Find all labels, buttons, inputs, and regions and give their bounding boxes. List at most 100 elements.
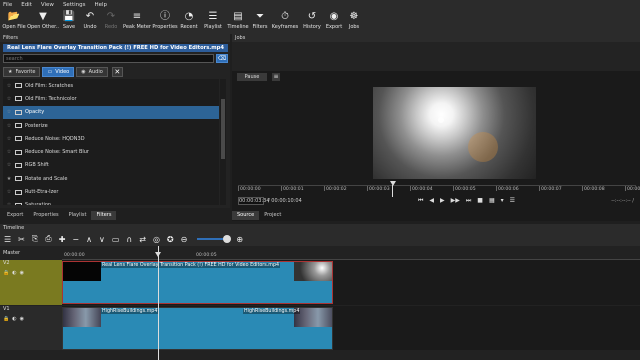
- favorite-star-icon[interactable]: ★: [3, 176, 15, 182]
- v2-track-header[interactable]: V2 🔒 ◐ ◉: [0, 260, 62, 305]
- undo-button[interactable]: ↶ Undo: [80, 9, 100, 34]
- filter-list-item[interactable]: ☆ Rutt-Etra-Izer: [3, 185, 219, 198]
- v1-track[interactable]: HighRiseBuildings.mp4 HighRiseBuildings.…: [62, 306, 640, 350]
- filter-list-item[interactable]: ☆ RGB Shift: [3, 159, 219, 172]
- timeline-button[interactable]: ▤ Timeline: [226, 9, 250, 34]
- mute-icon[interactable]: ◐: [12, 316, 16, 322]
- properties-button[interactable]: ⓘ Properties: [152, 9, 178, 34]
- ripple-icon[interactable]: ◎: [153, 235, 160, 244]
- volume-icon[interactable]: ☰: [510, 197, 515, 205]
- skip-previous-icon[interactable]: ⏮: [418, 197, 423, 205]
- favorite-star-icon[interactable]: ☆: [3, 162, 15, 168]
- favorite-star-icon[interactable]: ☆: [3, 123, 15, 129]
- zoom-slider[interactable]: [197, 235, 232, 243]
- tab-properties[interactable]: Properties: [28, 211, 63, 220]
- favorite-star-icon[interactable]: ☆: [3, 202, 15, 205]
- player-playhead-marker[interactable]: [390, 181, 396, 186]
- history-button[interactable]: ↺ History: [300, 9, 324, 34]
- tab-source[interactable]: Source: [232, 211, 260, 220]
- mute-icon[interactable]: ◐: [12, 270, 16, 276]
- open-other-button[interactable]: ▼ Open Other..: [27, 9, 59, 34]
- filter-list-scrollbar[interactable]: [220, 79, 226, 205]
- filter-list-item[interactable]: ☆ Old Film: Technicolor: [3, 92, 219, 105]
- master-track-header[interactable]: Master: [0, 250, 62, 260]
- filter-list-item[interactable]: ☆ Reduce Noise: HQDN3D: [3, 132, 219, 145]
- favorite-star-icon[interactable]: ☆: [3, 109, 15, 115]
- favorite-star-icon[interactable]: ☆: [3, 136, 15, 142]
- save-button[interactable]: 💾 Save: [58, 9, 80, 34]
- lift-icon[interactable]: ∧: [86, 235, 92, 244]
- redo-button[interactable]: ↷ Redo: [100, 9, 122, 34]
- copy-icon[interactable]: ⎘: [32, 234, 38, 244]
- recent-button[interactable]: ◔ Recent: [178, 9, 200, 34]
- keyframes-button[interactable]: ⏱ Keyframes: [270, 9, 300, 34]
- close-filter-list-button[interactable]: ✕: [111, 66, 123, 77]
- snap-icon[interactable]: ∩: [126, 235, 132, 244]
- favorite-star-icon[interactable]: ☆: [3, 96, 15, 102]
- tab-export[interactable]: Export: [2, 211, 28, 220]
- play-icon[interactable]: ▶: [440, 197, 445, 205]
- zoom-out-icon[interactable]: ⊖: [181, 235, 188, 244]
- export-button[interactable]: ◉ Export: [324, 9, 344, 34]
- ripple-all-icon[interactable]: ✪: [167, 235, 174, 244]
- menu-settings[interactable]: Settings: [63, 2, 86, 8]
- grid-icon[interactable]: ▦: [489, 197, 495, 205]
- clear-search-button[interactable]: ⌫: [216, 54, 228, 63]
- fast-forward-icon[interactable]: ▶▶: [451, 197, 460, 205]
- zoom-slider-knob[interactable]: [223, 235, 232, 243]
- paste-icon[interactable]: ⎙: [45, 234, 51, 244]
- scrub-icon[interactable]: ⇄: [139, 235, 146, 244]
- favorite-star-icon[interactable]: ☆: [3, 149, 15, 155]
- timeline-ruler[interactable]: 00:00:00 00:00:05: [62, 252, 640, 260]
- jobs-button[interactable]: ☸ Jobs: [344, 9, 364, 34]
- filter-list-item[interactable]: ☆ Opacity: [3, 105, 219, 119]
- filter-list-item[interactable]: ☆ Reduce Noise: Smart Blur: [3, 145, 219, 158]
- filter-list-item[interactable]: ☆ Old Film: Scratches: [3, 79, 219, 92]
- overwrite-icon[interactable]: ∨: [99, 235, 105, 244]
- playlist-button[interactable]: ☰ Playlist: [200, 9, 226, 34]
- split-icon[interactable]: ▭: [112, 235, 120, 244]
- scrollbar-thumb[interactable]: [221, 99, 225, 159]
- timeline-playhead-line[interactable]: [158, 246, 159, 360]
- stop-icon[interactable]: ■: [477, 197, 483, 205]
- timeline-menu-icon[interactable]: ☰: [4, 235, 11, 244]
- zoom-in-icon[interactable]: ⊕: [236, 235, 243, 244]
- dropdown-icon[interactable]: ▾: [501, 197, 504, 205]
- favorite-category-button[interactable]: ★ Favorite: [3, 66, 41, 77]
- filter-list-item[interactable]: ☆ Saturation: [3, 199, 219, 205]
- timeline-clip-lens-flare[interactable]: Real Lens Flare Overlay Transition Pack …: [62, 261, 333, 304]
- tab-playlist[interactable]: Playlist: [64, 211, 92, 220]
- rewind-icon[interactable]: ◀: [429, 197, 434, 205]
- open-file-button[interactable]: 📂 Open File: [0, 9, 28, 34]
- favorite-star-icon[interactable]: ☆: [3, 189, 15, 195]
- menu-edit[interactable]: Edit: [21, 2, 32, 8]
- remove-icon[interactable]: −: [72, 235, 79, 244]
- video-category-button[interactable]: ▭ Video: [42, 66, 75, 77]
- player-menu-button[interactable]: ≡: [272, 73, 280, 81]
- audio-category-button[interactable]: ◉ Audio: [76, 66, 108, 77]
- cut-icon[interactable]: ✂: [18, 235, 25, 244]
- filters-button[interactable]: ⏷ Filters: [250, 9, 270, 34]
- eye-icon[interactable]: ◉: [20, 316, 24, 322]
- menu-file[interactable]: File: [3, 2, 12, 8]
- menu-help[interactable]: Help: [95, 2, 108, 8]
- filter-list-item[interactable]: ★ Rotate and Scale: [3, 172, 219, 185]
- v1-track-header[interactable]: V1 🔒 ◐ ◉: [0, 306, 62, 350]
- skip-next-icon[interactable]: ⏭: [466, 197, 471, 205]
- video-preview[interactable]: [373, 87, 536, 179]
- v2-track[interactable]: Real Lens Flare Overlay Transition Pack …: [62, 260, 640, 305]
- eye-icon[interactable]: ◉: [20, 270, 24, 276]
- append-icon[interactable]: ✚: [59, 235, 66, 244]
- player-ruler[interactable]: 00:00:00 00:00:01 00:00:02 00:00:03 00:00:04…: [238, 185, 640, 197]
- tab-filters[interactable]: Filters: [91, 211, 117, 220]
- filter-search-input[interactable]: [3, 54, 214, 63]
- lock-icon[interactable]: 🔒: [3, 316, 9, 322]
- tab-project[interactable]: Project: [259, 211, 286, 220]
- timeline-clip-buildings[interactable]: HighRiseBuildings.mp4 HighRiseBuildings.…: [62, 307, 333, 350]
- peak-meter-button[interactable]: ≡ Peak Meter: [122, 9, 152, 34]
- menu-view[interactable]: View: [41, 2, 54, 8]
- current-timecode-field[interactable]: 00:00:03:34: [238, 197, 270, 205]
- filter-list-item[interactable]: ☆ Posterize: [3, 119, 219, 132]
- lock-icon[interactable]: 🔒: [3, 270, 9, 276]
- favorite-star-icon[interactable]: ☆: [3, 83, 15, 89]
